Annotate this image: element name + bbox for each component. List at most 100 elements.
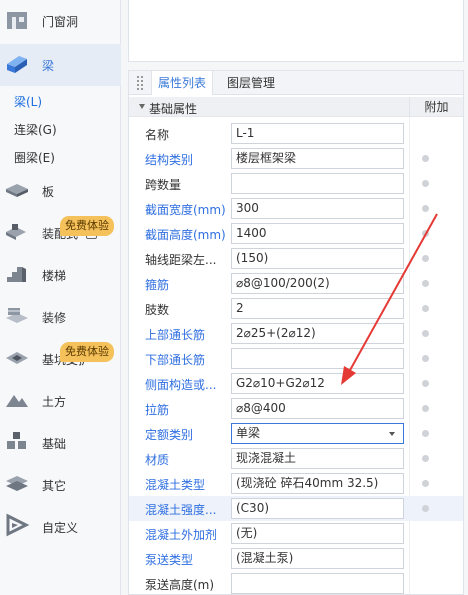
stairs-icon [7, 267, 26, 282]
attach-checkbox[interactable] [422, 305, 429, 312]
free-trial-badge-prefab[interactable]: 免费体验 [60, 216, 114, 236]
select-value: 单梁 [236, 426, 261, 440]
earthwork-icon [6, 395, 28, 407]
property-value-field[interactable]: (C30) [231, 498, 404, 519]
attach-checkbox[interactable] [422, 330, 429, 337]
attach-checkbox[interactable] [422, 255, 429, 262]
property-name: 定额类别 [145, 428, 194, 442]
property-name: 混凝土类型 [145, 478, 206, 492]
property-row-leg-count: 肢数 2 [129, 296, 463, 321]
custom-icon [6, 513, 30, 537]
property-row-concrete-admixture: 混凝土外加剂 (无) [129, 521, 463, 546]
nav-label-beam: 梁 [42, 59, 55, 73]
property-name: 拉筋 [145, 403, 170, 417]
property-row-axis-offset: 轴线距梁左... (150) [129, 246, 463, 271]
attach-checkbox[interactable] [422, 155, 429, 162]
prefab-icon [6, 224, 26, 240]
sub-item-coupling-beam-g[interactable]: 连梁(G) [14, 121, 57, 138]
property-value-field[interactable]: ⌀8@400 [231, 398, 404, 419]
beam-icon [7, 56, 27, 73]
property-value-field[interactable]: (混凝土泵) [231, 548, 404, 569]
property-row-section-height: 截面高度(mm) 1400 [129, 221, 463, 246]
section-title: 基础属性 [149, 102, 198, 116]
quota-category-select[interactable]: 单梁 [231, 423, 404, 444]
nav-item-slab[interactable]: 板 [0, 170, 121, 212]
nav-item-decoration[interactable]: 装修 [0, 296, 121, 338]
attach-checkbox[interactable] [422, 180, 429, 187]
property-row-name: 名称 L-1 [129, 121, 463, 146]
tab-property-list[interactable]: 属性列表 [151, 71, 214, 95]
property-row-section-width: 截面宽度(mm) 300 [129, 196, 463, 221]
attach-checkbox[interactable] [422, 205, 429, 212]
collapse-triangle-icon[interactable] [139, 104, 145, 109]
nav-label-foundation: 基础 [42, 437, 67, 451]
attach-checkbox[interactable] [422, 280, 429, 287]
attach-checkbox[interactable] [422, 230, 429, 237]
property-row-structure-category: 结构类别 楼层框架梁 [129, 146, 463, 171]
nav-item-other[interactable]: 其它 [0, 464, 121, 506]
nav-label-custom: 自定义 [42, 521, 79, 535]
property-name: 泵送类型 [145, 553, 194, 567]
property-value-field[interactable]: ⌀8@100/200(2) [231, 273, 404, 294]
property-name: 跨数量 [145, 178, 182, 192]
property-name: 截面高度(mm) [145, 228, 226, 242]
attach-checkbox[interactable] [422, 355, 429, 362]
nav-item-stairs[interactable]: 楼梯 [0, 254, 121, 296]
property-value-field[interactable]: (150) [231, 248, 404, 269]
foundation-pit-icon [6, 352, 28, 364]
property-value-field[interactable]: L-1 [231, 123, 404, 144]
nav-item-earthwork[interactable]: 土方 [0, 380, 121, 422]
property-row-side-bar: 侧面构造或... G2⌀10+G2⌀12 [129, 371, 463, 396]
sub-item-ring-beam-e[interactable]: 圈梁(E) [14, 149, 55, 166]
property-name: 截面宽度(mm) [145, 203, 226, 217]
nav-label-decoration: 装修 [42, 311, 67, 325]
nav-item-door-window[interactable]: 门窗洞 [0, 0, 121, 42]
property-row-span-count: 跨数量 [129, 171, 463, 196]
section-basic-properties[interactable]: 基础属性 附加 [129, 97, 463, 117]
property-name: 名称 [145, 128, 170, 142]
property-value-field[interactable]: (现浇砼 碎石40mm 32.5) [231, 473, 404, 494]
property-value-field[interactable] [231, 348, 404, 369]
drag-handle-icon[interactable] [137, 76, 143, 90]
property-row-top-continuous-bar: 上部通长筋 2⌀25+(2⌀12) [129, 321, 463, 346]
property-name: 泵送高度(m) [145, 578, 215, 592]
dropdown-caret-icon[interactable] [389, 432, 395, 436]
property-name: 上部通长筋 [145, 328, 206, 342]
nav-item-beam[interactable]: 梁 [0, 44, 121, 86]
nav-item-foundation[interactable]: 基础 [0, 422, 121, 464]
property-value-field[interactable]: 300 [231, 198, 404, 219]
slab-icon [6, 184, 28, 197]
attach-checkbox[interactable] [422, 430, 429, 437]
attach-checkbox[interactable] [422, 455, 429, 462]
property-row-pump-type: 泵送类型 (混凝土泵) [129, 546, 463, 571]
property-value-field[interactable] [231, 573, 404, 594]
property-value-field[interactable]: 现浇混凝土 [231, 448, 404, 469]
attach-checkbox[interactable] [422, 505, 429, 512]
nav-label-door-window: 门窗洞 [42, 15, 79, 29]
property-value-field[interactable]: (无) [231, 523, 404, 544]
property-value-field[interactable]: 2 [231, 298, 404, 319]
property-name: 下部通长筋 [145, 353, 206, 367]
property-value-field[interactable]: 楼层框架梁 [231, 148, 404, 169]
property-value-field[interactable] [231, 173, 404, 194]
property-name: 混凝土强度... [145, 503, 217, 517]
property-value-field[interactable]: G2⌀10+G2⌀12 [231, 373, 404, 394]
property-row-quota-category: 定额类别 单梁 [129, 421, 463, 446]
nav-label-earthwork: 土方 [42, 395, 67, 409]
property-name: 材质 [145, 453, 170, 467]
nav-label-slab: 板 [42, 185, 55, 199]
tab-layer-management[interactable]: 图层管理 [221, 71, 281, 95]
property-panel: 属性列表 图层管理 基础属性 附加 名称 L-1 结构类别 楼层框架梁 跨数量 … [128, 70, 464, 595]
nav-item-custom[interactable]: 自定义 [0, 506, 121, 548]
nav-label-other: 其它 [42, 479, 67, 493]
attach-checkbox[interactable] [422, 405, 429, 412]
sub-item-beam-l[interactable]: 梁(L) [14, 93, 42, 110]
attach-checkbox[interactable] [422, 380, 429, 387]
property-value-field[interactable]: 2⌀25+(2⌀12) [231, 323, 404, 344]
attach-checkbox[interactable] [422, 480, 429, 487]
free-trial-badge-foundation-pit[interactable]: 免费体验 [60, 342, 114, 362]
other-icon [6, 476, 28, 491]
property-name: 肢数 [145, 303, 170, 317]
property-row-concrete-type: 混凝土类型 (现浇砼 碎石40mm 32.5) [129, 471, 463, 496]
property-value-field[interactable]: 1400 [231, 223, 404, 244]
